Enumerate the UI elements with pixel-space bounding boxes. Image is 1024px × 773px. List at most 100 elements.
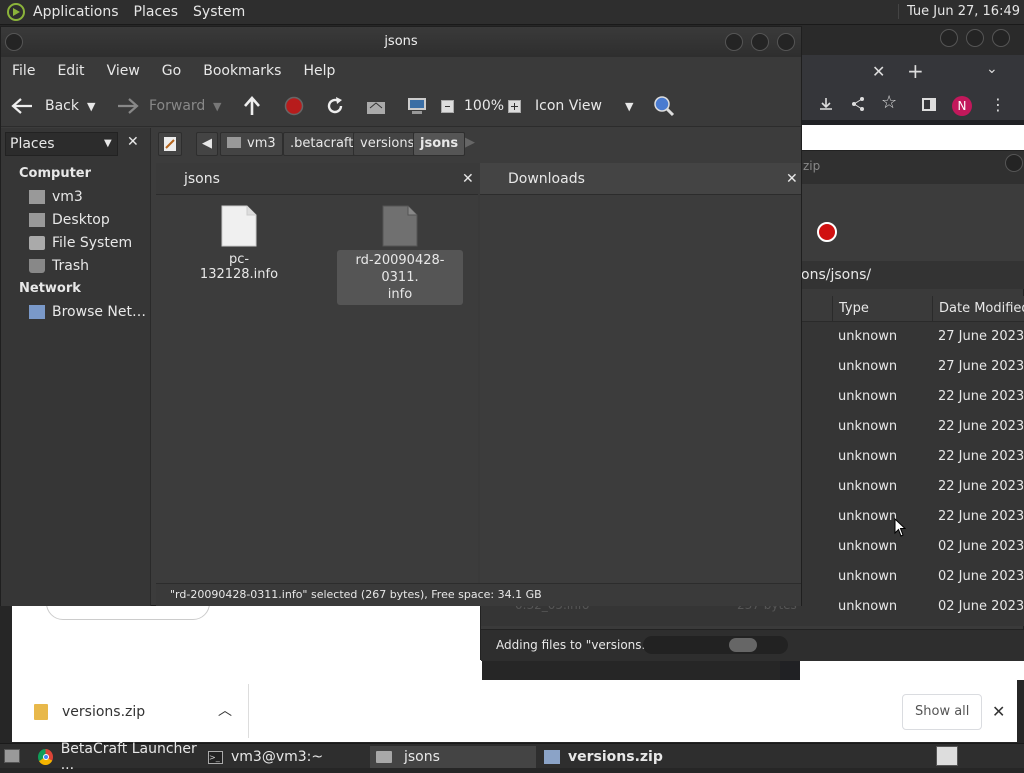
tab-close-icon[interactable]: ✕ xyxy=(872,62,885,81)
file-item[interactable]: pc-132128.info xyxy=(196,205,282,282)
sidebar-item-filesystem[interactable]: File System xyxy=(29,235,132,251)
computer-button[interactable] xyxy=(406,85,428,127)
avatar[interactable]: N xyxy=(952,96,972,116)
archive-icon xyxy=(544,750,560,764)
up-arrow-icon xyxy=(244,96,260,115)
chrome-minimize-button[interactable] xyxy=(940,29,958,47)
menu-help[interactable]: Help xyxy=(292,63,346,79)
row-type: unknown xyxy=(838,539,898,554)
back-button[interactable]: Back xyxy=(11,85,79,127)
menu-bookmarks[interactable]: Bookmarks xyxy=(192,63,292,79)
pane-jsons[interactable]: jsons ✕ pc-132128.info rd-20090428-0311.… xyxy=(156,163,478,583)
sidebar-item-desktop[interactable]: Desktop xyxy=(29,212,110,228)
zoom-in-icon xyxy=(508,99,521,113)
chrome-maximize-button[interactable] xyxy=(966,29,984,47)
kebab-menu-icon[interactable]: ⋮ xyxy=(990,95,1006,114)
close-sidebar-icon[interactable]: ✕ xyxy=(127,134,139,150)
places-menu[interactable]: Places xyxy=(127,4,187,20)
row-date: 02 June 2023, 0 xyxy=(938,539,1024,554)
distro-logo-icon[interactable] xyxy=(6,2,26,22)
download-icon[interactable] xyxy=(818,96,834,112)
sidebar-places-select[interactable]: Places ▼ xyxy=(5,132,118,156)
row-type: unknown xyxy=(838,389,898,404)
menu-go[interactable]: Go xyxy=(151,63,192,79)
archive-close-button[interactable] xyxy=(1005,154,1023,172)
zoom-in-button[interactable] xyxy=(508,85,521,127)
system-menu[interactable]: System xyxy=(186,4,253,20)
download-item-name[interactable]: versions.zip xyxy=(62,704,145,720)
row-date: 27 June 2023, 1 xyxy=(938,329,1024,344)
row-type: unknown xyxy=(838,479,898,494)
sidepanel-icon[interactable] xyxy=(922,98,936,111)
breadcrumb-betacraft[interactable]: .betacraft xyxy=(283,132,361,156)
row-type: unknown xyxy=(838,419,898,434)
archive-path: ons/jsons/ xyxy=(801,267,872,283)
path-back-arrow[interactable]: ◀ xyxy=(196,132,218,156)
up-button[interactable] xyxy=(243,85,261,127)
progress-bar xyxy=(643,636,788,654)
taskbar-item-terminal[interactable]: >_ vm3@vm3:~ xyxy=(202,746,370,768)
bookmark-star-icon[interactable]: ☆ xyxy=(881,92,897,113)
chevron-down-icon: ▼ xyxy=(104,138,112,149)
clock[interactable]: Tue Jun 27, 16:49 xyxy=(897,4,1020,19)
pane-header-downloads: Downloads ✕ xyxy=(480,163,801,195)
toolbar: Back ▼ Forward ▼ 100% Icon View ▼ xyxy=(1,85,801,127)
taskbar-item-betacraft[interactable]: BetaCraft Launcher ... xyxy=(32,741,202,773)
row-date: 22 June 2023, 0 xyxy=(938,389,1024,404)
breadcrumb-vm3[interactable]: vm3 xyxy=(220,132,283,156)
window-menu-button[interactable] xyxy=(5,33,23,51)
zoom-out-button[interactable] xyxy=(441,85,454,127)
text-file-icon xyxy=(221,205,257,247)
show-desktop-icon[interactable] xyxy=(4,749,20,763)
stop-button[interactable] xyxy=(284,85,304,127)
minimize-button[interactable] xyxy=(725,33,743,51)
fm-titlebar[interactable]: jsons xyxy=(1,27,801,57)
menu-view[interactable]: View xyxy=(96,63,151,79)
location-bar: ◀ vm3 .betacraft versions jsons ▶ xyxy=(156,128,801,160)
taskbar-item-versions-zip[interactable]: versions.zip xyxy=(538,746,738,768)
close-pane-icon[interactable]: ✕ xyxy=(462,163,474,195)
sidebar-item-vm3[interactable]: vm3 xyxy=(29,189,83,205)
sidebar-item-browse-network[interactable]: Browse Net… xyxy=(29,304,146,320)
workspace-switcher-icon[interactable] xyxy=(936,746,958,766)
row-type: unknown xyxy=(838,599,898,614)
applications-menu[interactable]: Applications xyxy=(26,4,127,20)
folder-icon xyxy=(376,751,392,763)
menu-file[interactable]: File xyxy=(1,63,46,79)
share-icon[interactable] xyxy=(850,96,866,112)
file-name: pc-132128.info xyxy=(199,252,279,282)
maximize-button[interactable] xyxy=(751,33,769,51)
file-item-selected[interactable]: rd-20090428-0311. info xyxy=(337,205,463,305)
back-history-dropdown[interactable]: ▼ xyxy=(87,85,95,127)
stop-icon[interactable] xyxy=(817,222,837,242)
reload-button[interactable] xyxy=(325,85,345,127)
edit-location-button[interactable] xyxy=(158,132,182,156)
view-mode-select[interactable]: Icon View xyxy=(535,85,602,127)
chevron-up-icon[interactable]: ︿ xyxy=(218,700,232,720)
close-pane-icon[interactable]: ✕ xyxy=(786,163,798,195)
new-tab-icon[interactable]: + xyxy=(907,59,924,83)
menu-edit[interactable]: Edit xyxy=(46,63,95,79)
search-button[interactable] xyxy=(653,85,675,127)
row-date: 22 June 2023, 0 xyxy=(938,449,1024,464)
home-button[interactable] xyxy=(366,85,386,127)
pane-downloads[interactable]: Downloads ✕ xyxy=(480,163,801,583)
forward-history-dropdown[interactable]: ▼ xyxy=(213,85,221,127)
home-folder-icon xyxy=(29,190,45,204)
sidebar-item-trash[interactable]: Trash xyxy=(29,258,89,274)
row-date: 27 June 2023, 1 xyxy=(938,359,1024,374)
show-all-button[interactable]: Show all xyxy=(902,694,983,730)
path-forward-arrow[interactable]: ▶ xyxy=(461,132,479,156)
breadcrumb-jsons[interactable]: jsons xyxy=(413,132,466,156)
close-button[interactable] xyxy=(777,33,795,51)
tab-search-icon[interactable]: ⌄ xyxy=(986,61,998,77)
close-shelf-icon[interactable]: ✕ xyxy=(992,702,1005,721)
chrome-close-button[interactable] xyxy=(992,29,1010,47)
column-header-type[interactable]: Type xyxy=(833,296,933,322)
forward-button[interactable]: Forward xyxy=(117,85,205,127)
view-mode-dropdown-icon[interactable]: ▼ xyxy=(625,85,633,127)
column-header-date[interactable]: Date Modified xyxy=(933,296,1024,322)
zoom-level[interactable]: 100% xyxy=(464,85,504,127)
taskbar-item-jsons[interactable]: jsons xyxy=(370,746,536,768)
breadcrumb-versions[interactable]: versions xyxy=(353,132,422,156)
